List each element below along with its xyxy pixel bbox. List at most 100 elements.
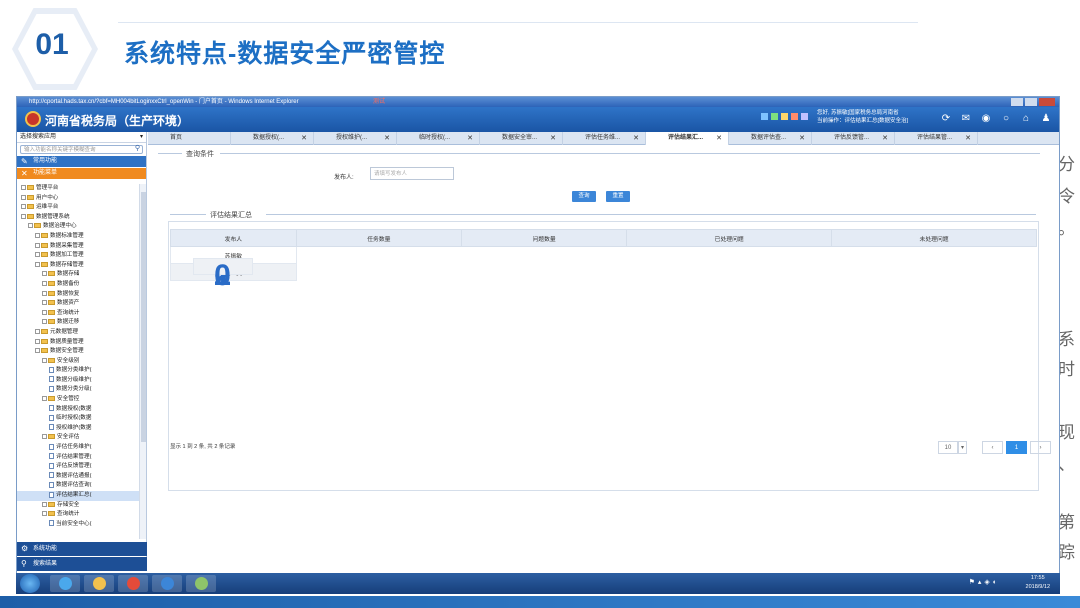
- tab[interactable]: 评估反馈管... ✕: [812, 132, 895, 145]
- tab-close-icon[interactable]: ✕: [384, 132, 390, 145]
- tab[interactable]: 数据评估查... ✕: [729, 132, 812, 145]
- tree-scrollbar[interactable]: [139, 184, 146, 539]
- tree-node[interactable]: 数据资产: [17, 299, 139, 309]
- menu-search-results[interactable]: ⚲ 搜索结果: [17, 557, 147, 571]
- tree-node[interactable]: 查询统计: [17, 309, 139, 319]
- maximize-button[interactable]: [1025, 98, 1037, 106]
- home-icon[interactable]: ⌂: [1021, 113, 1031, 124]
- expand-toggle-icon[interactable]: [42, 271, 47, 277]
- tab[interactable]: 临时授权(... ✕: [397, 132, 480, 145]
- query-button[interactable]: 查询: [572, 191, 596, 202]
- menu-common-functions[interactable]: ✎ 常用功能: [17, 156, 146, 167]
- help-icon[interactable]: ○: [1001, 113, 1011, 124]
- expand-toggle-icon[interactable]: [35, 328, 40, 334]
- expand-toggle-icon[interactable]: [21, 185, 26, 191]
- tab[interactable]: 评估结果管... ✕: [895, 132, 978, 145]
- tree-node[interactable]: 安全评估: [17, 433, 139, 443]
- function-search-input[interactable]: 输入功能名称关键字模糊查询 ⚲: [20, 145, 143, 154]
- tree-node[interactable]: 评估结果汇总(: [17, 491, 139, 501]
- tree-node[interactable]: 运维平台: [17, 203, 139, 213]
- tree-node[interactable]: 数据分类维护(: [17, 366, 139, 376]
- expand-toggle-icon[interactable]: [35, 348, 40, 354]
- tree-node[interactable]: 数据恢复: [17, 290, 139, 300]
- taskbar-paint-icon[interactable]: [186, 575, 216, 592]
- tree-node[interactable]: 临时授权(数据: [17, 414, 139, 424]
- scrollbar-thumb[interactable]: [141, 192, 146, 442]
- tab[interactable]: 评估任务维... ✕: [563, 132, 646, 145]
- tree-node[interactable]: 数据分类分级(: [17, 385, 139, 395]
- app-square-icon[interactable]: [791, 113, 798, 120]
- tree-node[interactable]: 数据授权(数据: [17, 405, 139, 415]
- expand-toggle-icon[interactable]: [28, 223, 33, 229]
- column-header[interactable]: 发布人: [170, 229, 297, 247]
- app-select-dropdown[interactable]: 选择搜索应用 ▾: [17, 132, 146, 143]
- app-square-icon[interactable]: [801, 113, 808, 120]
- tree-node[interactable]: 数据加工管理: [17, 251, 139, 261]
- mail-icon[interactable]: ✉: [961, 113, 971, 124]
- app-square-icon[interactable]: [771, 113, 778, 120]
- tree-node[interactable]: 数据质量管理: [17, 338, 139, 348]
- tab[interactable]: 数据安全审... ✕: [480, 132, 563, 145]
- system-tray-icons[interactable]: ⚑▴◈◐: [969, 578, 1000, 586]
- column-header[interactable]: 问题数量: [460, 229, 628, 247]
- page-prev-button[interactable]: ‹: [982, 441, 1003, 454]
- page-current-button[interactable]: 1: [1006, 441, 1027, 454]
- tree-node[interactable]: 数据分级维护(: [17, 376, 139, 386]
- expand-toggle-icon[interactable]: [42, 319, 47, 325]
- reset-button[interactable]: 重置: [606, 191, 630, 202]
- minimize-button[interactable]: [1011, 98, 1023, 106]
- tree-node[interactable]: 当前安全中心(: [17, 520, 139, 530]
- start-button[interactable]: [20, 574, 40, 593]
- tree-node[interactable]: 用户中心: [17, 194, 139, 204]
- expand-toggle-icon[interactable]: [35, 242, 40, 248]
- tab-close-icon[interactable]: ✕: [799, 132, 805, 145]
- table-row[interactable]: 王亚美1220: [170, 257, 1037, 292]
- column-header[interactable]: 任务数量: [295, 229, 462, 247]
- view-icon[interactable]: ◉: [981, 113, 991, 124]
- tab[interactable]: 数据授权(... ✕: [231, 132, 314, 145]
- page-size-select[interactable]: 10: [938, 441, 958, 454]
- expand-toggle-icon[interactable]: [21, 213, 26, 219]
- taskbar-explorer-icon[interactable]: [84, 575, 114, 592]
- column-header[interactable]: 未处理问题: [831, 229, 1037, 247]
- tab-close-icon[interactable]: ✕: [716, 132, 722, 145]
- expand-toggle-icon[interactable]: [42, 501, 47, 507]
- expand-toggle-icon[interactable]: [21, 204, 26, 210]
- search-icon[interactable]: ⚲: [135, 145, 140, 153]
- table-row[interactable]: 苏振敏1220: [170, 246, 1037, 292]
- tree-node[interactable]: 授权维护(数据: [17, 424, 139, 434]
- tab-close-icon[interactable]: ✕: [301, 132, 307, 145]
- app-square-icon[interactable]: [761, 113, 768, 120]
- count-link-cell[interactable]: 0: [192, 257, 253, 292]
- page-size-arrow[interactable]: ▾: [958, 441, 967, 454]
- close-window-button[interactable]: [1039, 98, 1055, 106]
- tree-node[interactable]: 评估任务维护(: [17, 443, 139, 453]
- page-next-button[interactable]: ›: [1030, 441, 1051, 454]
- expand-toggle-icon[interactable]: [42, 511, 47, 517]
- tab-close-icon[interactable]: ✕: [882, 132, 888, 145]
- expand-toggle-icon[interactable]: [35, 338, 40, 344]
- expand-toggle-icon[interactable]: [42, 280, 47, 286]
- expand-toggle-icon[interactable]: [35, 261, 40, 267]
- tree-node[interactable]: 数据安全管理: [17, 347, 139, 357]
- tree-node[interactable]: 数据治理中心: [17, 222, 139, 232]
- expand-toggle-icon[interactable]: [42, 300, 47, 306]
- tree-node[interactable]: 元数据管理: [17, 328, 139, 338]
- tree-node[interactable]: 评估反馈管理(: [17, 462, 139, 472]
- column-header[interactable]: 已处理问题: [626, 229, 833, 247]
- tree-node[interactable]: 数据评估查询(: [17, 481, 139, 491]
- tree-node[interactable]: 数据标准管理: [17, 232, 139, 242]
- tree-node[interactable]: 安全级别: [17, 357, 139, 367]
- tree-node[interactable]: 数据迁移: [17, 318, 139, 328]
- tab[interactable]: 授权维护(... ✕: [314, 132, 397, 145]
- tab-close-icon[interactable]: ✕: [550, 132, 556, 145]
- tree-node[interactable]: 管理平台: [17, 184, 139, 194]
- expand-toggle-icon[interactable]: [42, 290, 47, 296]
- tree-node[interactable]: 数据存储: [17, 270, 139, 280]
- expand-toggle-icon[interactable]: [42, 396, 47, 402]
- taskbar-ie-icon[interactable]: [50, 575, 80, 592]
- tab[interactable]: 评估结果汇... ✕: [646, 132, 729, 145]
- tree-node[interactable]: 存储安全: [17, 501, 139, 511]
- taskbar-chrome-icon[interactable]: [118, 575, 148, 592]
- expand-toggle-icon[interactable]: [21, 194, 26, 200]
